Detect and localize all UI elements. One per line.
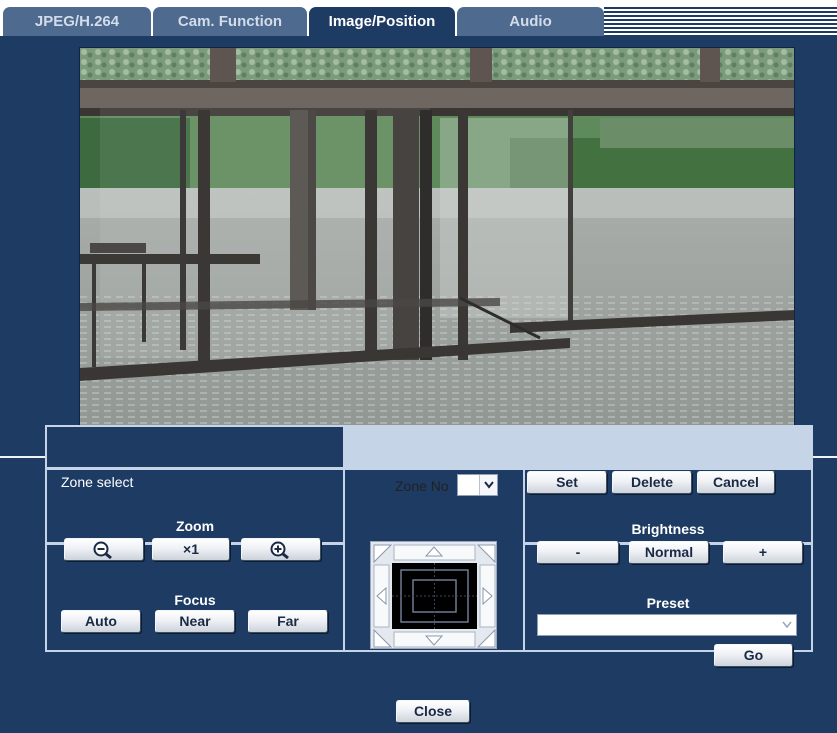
zone-delete-button[interactable]: Delete (612, 471, 692, 494)
tab-bar-decoration (604, 7, 837, 36)
zone-no-select[interactable] (457, 474, 498, 496)
preset-title: Preset (646, 595, 690, 611)
zone-cancel-button[interactable]: Cancel (697, 471, 775, 494)
zone-select-label: Zone select (61, 474, 134, 490)
preset-select[interactable] (537, 614, 797, 636)
pan-tilt-pad[interactable] (370, 541, 497, 649)
camera-live-image[interactable] (79, 47, 795, 451)
tab-cam-function[interactable]: Cam. Function (153, 7, 307, 37)
brightness-normal-button[interactable]: Normal (629, 541, 709, 564)
chevron-down-icon[interactable] (778, 615, 796, 635)
close-button[interactable]: Close (396, 700, 470, 723)
preset-go-button[interactable]: Go (714, 644, 793, 667)
zoom-x1-button[interactable]: ×1 (152, 538, 230, 561)
zoom-in-button[interactable] (241, 538, 321, 561)
focus-far-button[interactable]: Far (248, 610, 328, 633)
brightness-minus-button[interactable]: - (537, 541, 619, 564)
chevron-down-icon[interactable] (479, 475, 497, 495)
focus-title: Focus (174, 592, 216, 608)
focus-auto-button[interactable]: Auto (61, 610, 141, 633)
zone-no-label: Zone No (395, 478, 449, 494)
tab-jpeg-h264[interactable]: JPEG/H.264 (3, 7, 151, 37)
pan-tilt-control-graphic (373, 544, 496, 648)
zoom-out-button[interactable] (64, 538, 144, 561)
zoom-title: Zoom (175, 518, 215, 534)
camera-image-scene (80, 48, 794, 450)
tab-bar: JPEG/H.264 Cam. Function Image/Position … (0, 0, 837, 37)
zoom-out-icon (93, 541, 112, 560)
tab-image-position[interactable]: Image/Position (309, 7, 455, 37)
zoom-in-icon (270, 541, 289, 560)
zone-select-cell (47, 427, 343, 467)
zone-set-button[interactable]: Set (527, 471, 607, 494)
brightness-plus-button[interactable]: + (723, 541, 803, 564)
zone-controls-cell (344, 425, 813, 469)
focus-near-button[interactable]: Near (155, 610, 235, 633)
brightness-title: Brightness (631, 521, 705, 537)
tab-audio[interactable]: Audio (457, 7, 604, 37)
